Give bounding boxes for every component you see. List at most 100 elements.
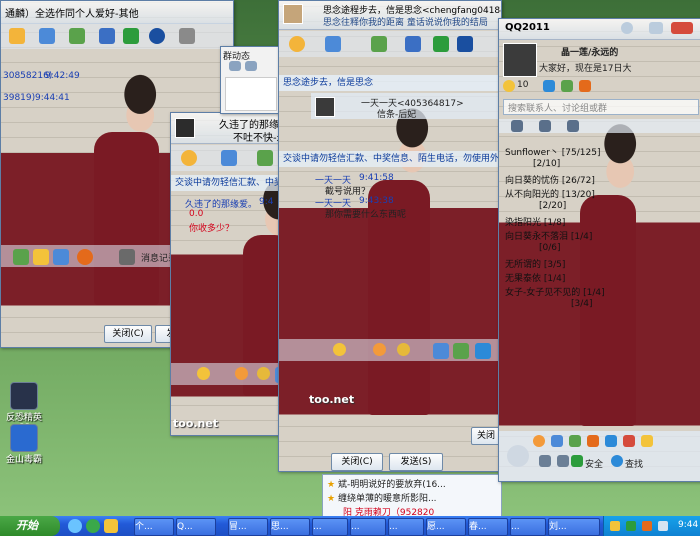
- voice-icon[interactable]: [221, 150, 237, 166]
- voice-icon[interactable]: [325, 36, 341, 52]
- app-icon[interactable]: [533, 435, 545, 447]
- show-desktop-icon[interactable]: [68, 519, 82, 533]
- avatar[interactable]: [175, 118, 195, 138]
- minimize-icon[interactable]: [649, 22, 663, 34]
- emoticon-icon[interactable]: [257, 367, 270, 380]
- task-button[interactable]: 思...: [270, 518, 310, 536]
- avatar[interactable]: [503, 43, 537, 77]
- list-item[interactable]: 从不向阳光的 [13/20]: [505, 187, 595, 200]
- emoticon-icon[interactable]: [235, 367, 248, 380]
- close-button-secondary[interactable]: 关闭: [471, 427, 501, 445]
- video-icon[interactable]: [181, 150, 197, 166]
- emoticon-icon[interactable]: [397, 343, 410, 356]
- history-icon[interactable]: [475, 343, 491, 359]
- video-icon[interactable]: [289, 36, 305, 52]
- file-icon[interactable]: [371, 36, 387, 52]
- task-button[interactable]: ...: [388, 518, 424, 536]
- group-item[interactable]: ★ 缠绕单薄的暖意所影阳...: [327, 491, 437, 504]
- close-icon[interactable]: [671, 22, 693, 34]
- tab-contacts[interactable]: [511, 120, 523, 132]
- tab-groups[interactable]: [539, 120, 551, 132]
- clock[interactable]: 9:44: [678, 520, 698, 530]
- app-icon[interactable]: [405, 36, 421, 52]
- tray-qq-icon[interactable]: [610, 521, 620, 531]
- close-button[interactable]: 关闭(C): [331, 453, 383, 471]
- sound-icon[interactable]: [557, 455, 569, 467]
- more-icon[interactable]: [179, 28, 195, 44]
- browser-icon[interactable]: [86, 519, 100, 533]
- file-icon[interactable]: [69, 28, 85, 44]
- app-icon[interactable]: [99, 28, 115, 44]
- font-icon[interactable]: [13, 249, 29, 265]
- send-button[interactable]: 发送(S): [389, 453, 443, 471]
- music-icon[interactable]: [123, 28, 139, 44]
- title-bar[interactable]: 思念途程步去，信是思念<chengfang0418@qq.com> 思念往释你我…: [279, 1, 501, 30]
- capture-icon[interactable]: [453, 343, 469, 359]
- app-icon[interactable]: [641, 435, 653, 447]
- group-item[interactable]: ★ 斌-明明说好的要放弃(16...: [327, 477, 446, 490]
- list-item[interactable]: [2/10]: [533, 159, 560, 169]
- voice-icon[interactable]: [39, 28, 55, 44]
- app-icon[interactable]: [623, 435, 635, 447]
- window-icon[interactable]: [245, 61, 257, 71]
- find-icon[interactable]: [611, 455, 623, 467]
- weibo-icon[interactable]: [579, 80, 591, 92]
- close-button[interactable]: 关闭(C): [104, 325, 152, 343]
- security-label[interactable]: 安全: [585, 457, 603, 470]
- list-item[interactable]: 向日葵永不落泪 [1/4]: [505, 229, 592, 242]
- avatar[interactable]: [283, 4, 303, 24]
- avatar[interactable]: [315, 97, 335, 117]
- app-icon[interactable]: [605, 435, 617, 447]
- space-icon[interactable]: [561, 80, 573, 92]
- image-icon[interactable]: [433, 343, 449, 359]
- find-label[interactable]: 查找: [625, 457, 643, 470]
- app-icon[interactable]: [551, 435, 563, 447]
- emoticon-icon[interactable]: [33, 249, 49, 265]
- task-button[interactable]: Q...: [176, 518, 216, 536]
- task-button[interactable]: ...: [510, 518, 546, 536]
- settings-icon[interactable]: [539, 455, 551, 467]
- s-icon[interactable]: [149, 28, 165, 44]
- list-item[interactable]: [0/6]: [539, 243, 561, 253]
- search-input[interactable]: 搜索联系人、讨论组或群: [503, 99, 699, 115]
- task-button[interactable]: 春...: [468, 518, 508, 536]
- help-icon[interactable]: [621, 22, 633, 34]
- title-bar[interactable]: 通麟）全选作同个人爱好-其他: [1, 1, 233, 24]
- nickname[interactable]: 晶一莲/永远的: [561, 45, 618, 58]
- qq-icon[interactable]: [104, 519, 118, 533]
- capture-icon[interactable]: [77, 249, 93, 265]
- music-icon[interactable]: [433, 36, 449, 52]
- task-button[interactable]: ...: [350, 518, 386, 536]
- more-icon[interactable]: [457, 36, 473, 52]
- app-icon[interactable]: [587, 435, 599, 447]
- tray-app-icon[interactable]: [642, 521, 652, 531]
- history-icon[interactable]: [119, 249, 135, 265]
- list-item[interactable]: 染指阳光 [1/8]: [505, 215, 565, 228]
- file-icon[interactable]: [257, 150, 273, 166]
- mail-icon[interactable]: [543, 80, 555, 92]
- emoticon-icon[interactable]: [333, 343, 346, 356]
- tray-volume-icon[interactable]: [658, 521, 668, 531]
- task-button[interactable]: ...: [312, 518, 348, 536]
- signature[interactable]: 大家好，现在是17日大: [539, 61, 631, 74]
- list-item[interactable]: [2/20]: [539, 201, 566, 211]
- start-button[interactable]: 开始: [0, 516, 60, 536]
- level-icon[interactable]: [503, 80, 515, 92]
- image-icon[interactable]: [53, 249, 69, 265]
- security-icon[interactable]: [571, 455, 583, 467]
- task-button[interactable]: 个...: [134, 518, 174, 536]
- tray-security-icon[interactable]: [626, 521, 636, 531]
- main-menu-icon[interactable]: [507, 445, 529, 467]
- task-button[interactable]: 冒...: [228, 518, 268, 536]
- list-item[interactable]: 无果泰依 [1/4]: [505, 271, 565, 284]
- list-item[interactable]: [3/4]: [571, 299, 593, 309]
- list-item[interactable]: 女子-女子见不见的 [1/4]: [505, 285, 605, 298]
- task-button[interactable]: 刘...: [548, 518, 600, 536]
- list-item[interactable]: Sunflower丶 [75/125]: [505, 145, 600, 158]
- app-icon[interactable]: [569, 435, 581, 447]
- list-item[interactable]: 向日葵的忧伤 [26/72]: [505, 173, 595, 186]
- task-button[interactable]: 愿...: [426, 518, 466, 536]
- title-bar[interactable]: QQ2011: [499, 19, 700, 40]
- window-icon[interactable]: [229, 61, 241, 71]
- desktop-icon-kingsoft[interactable]: 金山毒霸: [4, 424, 44, 465]
